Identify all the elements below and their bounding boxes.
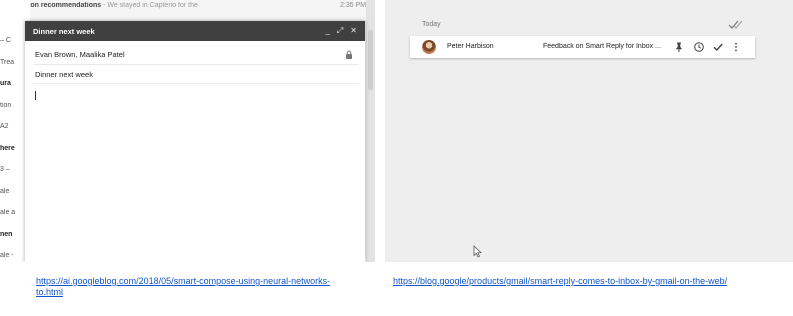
avatar <box>422 40 436 54</box>
smart-compose-screenshot: ng/vacation recommendations - We stayed … <box>0 0 375 262</box>
mouse-pointer-icon <box>473 245 482 258</box>
divider <box>33 64 359 65</box>
expand-icon[interactable]: ⤢ <box>337 27 343 35</box>
more-vert-icon[interactable] <box>730 41 742 53</box>
email-subject: Feedback on Smart Reply for Inbox ... <box>543 43 661 50</box>
section-label-today: Today <box>422 21 441 28</box>
divider <box>33 83 359 84</box>
source-link-smart-reply[interactable]: https://blog.google/products/gmail/smart… <box>393 276 788 287</box>
lock-icon <box>346 50 352 59</box>
compose-window: Dinner next week _ ⤢ ✕ Evan Brown, Maali… <box>25 21 365 262</box>
compose-header: Dinner next week _ ⤢ ✕ <box>25 21 365 41</box>
pin-icon[interactable] <box>673 41 685 53</box>
smart-reply-inbox-screenshot: Today Peter Harbison Feedback on Smart R… <box>385 0 793 262</box>
compose-title: Dinner next week <box>33 26 95 36</box>
scrollbar-thumb[interactable] <box>368 30 373 90</box>
background-email-time: 2:35 PM <box>340 2 367 9</box>
source-link-smart-compose[interactable]: https://ai.googleblog.com/2018/05/smart-… <box>36 276 356 298</box>
snooze-clock-icon[interactable] <box>693 41 705 53</box>
done-check-icon[interactable] <box>712 41 724 53</box>
message-body-input[interactable] <box>33 85 359 257</box>
email-row[interactable]: Peter Harbison Feedback on Smart Reply f… <box>410 36 755 58</box>
recipients-field[interactable]: Evan Brown, Maalika Patel <box>35 50 125 59</box>
sweep-done-icon[interactable] <box>728 18 744 30</box>
close-icon[interactable]: ✕ <box>350 27 357 35</box>
text-cursor <box>35 91 36 100</box>
subject-field[interactable]: Dinner next week <box>35 70 93 79</box>
email-sender: Peter Harbison <box>447 43 494 50</box>
minimize-icon[interactable]: _ <box>325 27 329 35</box>
background-email-preview: ng/vacation recommendations - We stayed … <box>0 2 198 9</box>
